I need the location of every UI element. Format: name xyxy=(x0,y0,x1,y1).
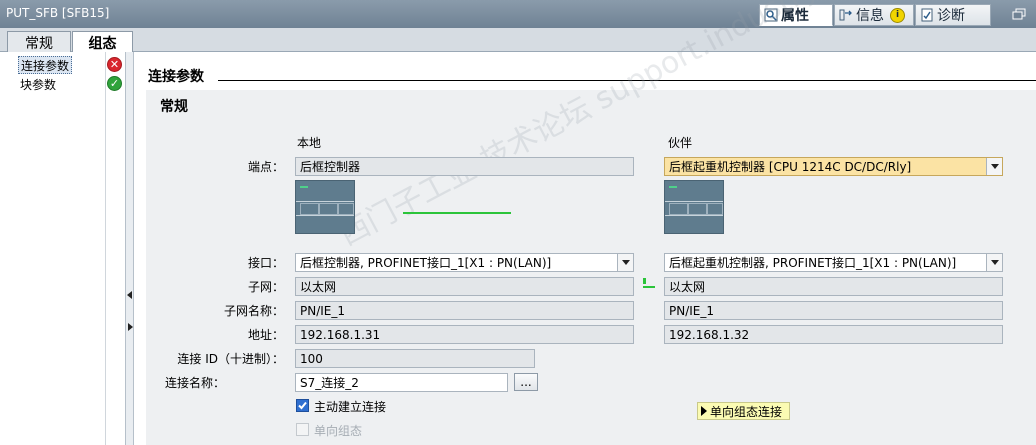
local-address-field: 192.168.1.31 xyxy=(295,325,634,344)
partner-interface-value: 后框起重机控制器, PROFINET接口_1[X1 : PN(LAN)] xyxy=(669,256,957,270)
tab-configuration[interactable]: 组态 xyxy=(72,31,133,54)
collapse-left-icon[interactable] xyxy=(127,291,132,299)
nav-divider xyxy=(105,52,106,445)
one-way-checkbox[interactable] xyxy=(296,423,309,436)
diagnostics-icon xyxy=(920,8,934,22)
panel-title: 常规 xyxy=(160,99,188,115)
browse-button[interactable]: ... xyxy=(514,373,538,391)
connection-link-line xyxy=(403,212,511,214)
info-icon xyxy=(839,8,853,22)
nav-item-connection-params[interactable]: 连接参数 xyxy=(18,56,73,74)
partner-interface-dropdown[interactable]: 后框起重机控制器, PROFINET接口_1[X1 : PN(LAN)] xyxy=(664,253,1003,272)
tab-info-label: 信息 xyxy=(856,8,884,24)
sub-tab-bar xyxy=(0,28,1036,52)
partner-subnet-field: 以太网 xyxy=(664,277,1003,296)
address-label: 地址： xyxy=(247,328,284,342)
restore-window-icon[interactable] xyxy=(1012,8,1026,20)
subnet-label: 子网： xyxy=(247,280,284,294)
local-subnet-name-field: PN/IE_1 xyxy=(295,301,634,320)
info-badge-icon: i xyxy=(890,7,905,23)
partner-address-field: 192.168.1.32 xyxy=(664,325,1003,344)
connection-name-input[interactable]: S7_连接_2 xyxy=(295,373,508,392)
local-column-header: 本地 xyxy=(297,136,322,150)
local-endpoint-field: 后框控制器 xyxy=(295,157,634,176)
expand-right-icon[interactable] xyxy=(128,323,133,331)
section-heading: 连接参数 xyxy=(148,69,204,85)
subnet-name-label: 子网名称： xyxy=(223,304,284,318)
network-link-icon xyxy=(643,278,655,290)
chevron-down-icon[interactable] xyxy=(617,254,633,271)
window-title: PUT_SFB [SFB15] xyxy=(6,6,110,20)
partner-plc-icon xyxy=(664,180,724,234)
error-status-icon: ✕ xyxy=(107,57,122,72)
connection-id-label: 连接 ID（十进制）： xyxy=(177,352,284,366)
connection-id-field[interactable]: 100 xyxy=(295,349,535,368)
one-way-label: 单向组态 xyxy=(314,424,363,438)
interface-label: 接口： xyxy=(247,256,284,270)
play-arrow-icon xyxy=(701,406,707,416)
partner-subnet-name-field: PN/IE_1 xyxy=(664,301,1003,320)
checkmark-icon xyxy=(298,401,307,410)
tab-general[interactable]: 常规 xyxy=(7,31,71,53)
collapse-strip xyxy=(126,52,134,445)
active-setup-label: 主动建立连接 xyxy=(314,400,387,414)
local-interface-dropdown[interactable]: 后框控制器, PROFINET接口_1[X1 : PN(LAN)] xyxy=(295,253,634,272)
chevron-down-icon[interactable] xyxy=(986,158,1002,175)
one-way-connection-label: 单向组态连接 xyxy=(710,404,783,419)
tab-diagnostics[interactable]: 诊断 xyxy=(915,4,991,26)
partner-endpoint-value: 后框起重机控制器 [CPU 1214C DC/DC/Rly] xyxy=(669,160,912,174)
nav-item-block-params[interactable]: 块参数 xyxy=(18,75,58,93)
local-interface-value: 后框控制器, PROFINET接口_1[X1 : PN(LAN)] xyxy=(300,256,552,270)
local-subnet-field: 以太网 xyxy=(295,277,634,296)
ok-status-icon: ✓ xyxy=(107,76,122,91)
partner-column-header: 伙伴 xyxy=(668,136,693,150)
tab-info[interactable]: 信息 i xyxy=(834,4,914,26)
one-way-connection-button[interactable]: 单向组态连接 xyxy=(697,402,790,420)
active-setup-checkbox[interactable] xyxy=(296,399,309,412)
partner-endpoint-dropdown[interactable]: 后框起重机控制器 [CPU 1214C DC/DC/Rly] xyxy=(664,157,1003,176)
local-plc-icon xyxy=(295,180,355,234)
connection-name-label: 连接名称： xyxy=(165,376,226,390)
endpoint-label: 端点： xyxy=(247,160,284,174)
left-navigation xyxy=(0,52,126,445)
tab-diagnostics-label: 诊断 xyxy=(937,8,965,24)
chevron-down-icon[interactable] xyxy=(986,254,1002,271)
